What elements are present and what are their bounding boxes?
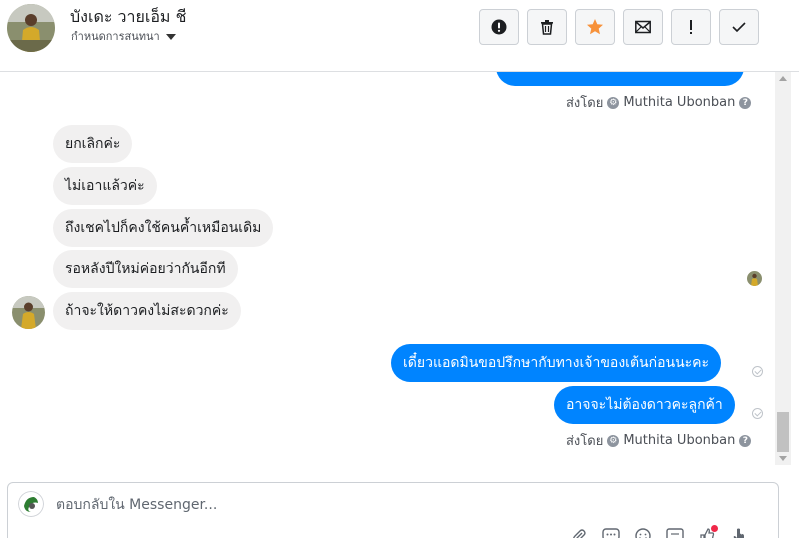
incoming-message: รอหลังปีใหม่ค่อยว่ากันอีกที — [53, 250, 238, 288]
sent-by-prefix: ส่งโดย — [566, 434, 604, 449]
checkmark-icon — [732, 22, 746, 33]
scrollbar-thumb[interactable] — [777, 412, 789, 452]
sent-by-top: ส่งโดย ⚙ Muthita Ubonban ? — [566, 92, 752, 113]
outgoing-message-partial — [496, 72, 744, 86]
delete-button[interactable] — [527, 9, 567, 45]
sticker-icon — [666, 528, 684, 538]
conversation-settings-dropdown[interactable]: กำหนดการสนทนา — [71, 27, 176, 45]
gif-button[interactable] — [666, 527, 684, 538]
conversation-settings-label: กำหนดการสนทนา — [71, 30, 160, 43]
send-button[interactable] — [730, 527, 748, 538]
gear-small-icon: ⚙ — [607, 434, 620, 447]
sender-name[interactable]: Muthita Ubonban — [623, 95, 735, 110]
done-button[interactable] — [719, 9, 759, 45]
messenger-window: บังเดะ วายเอ็ม ชี กำหนดการสนทนา ส่งโดย ⚙… — [0, 0, 799, 538]
paperclip-icon — [572, 529, 586, 538]
outgoing-message: เดี๋ยวแอดมินขอปรึกษากับทางเจ้าของเต้นก่อ… — [391, 344, 722, 382]
saved-replies-button[interactable] — [602, 527, 620, 538]
page-avatar — [18, 491, 44, 517]
scroll-up-arrow-icon[interactable] — [779, 76, 787, 81]
pointer-icon — [733, 528, 744, 538]
contact-avatar[interactable] — [7, 4, 55, 52]
scroll-down-arrow-icon[interactable] — [779, 456, 787, 461]
smiley-icon — [635, 528, 651, 538]
sender-name[interactable]: Muthita Ubonban — [623, 433, 735, 448]
sent-check-icon — [752, 408, 763, 419]
emoji-button[interactable] — [634, 527, 652, 538]
attach-button[interactable] — [570, 527, 588, 538]
help-icon[interactable]: ? — [739, 434, 752, 447]
message-thread[interactable]: ส่งโดย ⚙ Muthita Ubonban ? ยกเลิกค่ะ ไม่… — [0, 72, 775, 465]
mark-unread-button[interactable] — [623, 9, 663, 45]
sent-by-bottom: ส่งโดย ⚙ Muthita Ubonban ? — [566, 430, 752, 451]
notification-dot — [711, 525, 718, 532]
composer-tools — [570, 525, 748, 538]
contact-avatar-small[interactable] — [12, 296, 45, 329]
help-icon[interactable]: ? — [739, 96, 752, 109]
seen-avatar — [747, 271, 762, 286]
reply-composer — [7, 482, 779, 538]
spam-button[interactable] — [671, 9, 711, 45]
caret-down-icon — [165, 33, 176, 40]
star-icon — [587, 19, 603, 35]
exclamation-icon — [690, 20, 692, 34]
star-button[interactable] — [575, 9, 615, 45]
incoming-message: ยกเลิกค่ะ — [53, 125, 133, 163]
like-button[interactable] — [698, 525, 718, 538]
header-actions — [479, 9, 759, 45]
incoming-message: ไม่เอาแล้วค่ะ — [53, 167, 157, 205]
report-button[interactable] — [479, 9, 519, 45]
trash-icon — [541, 20, 553, 35]
reply-input[interactable] — [56, 495, 736, 515]
thread-scrollbar[interactable] — [775, 72, 791, 465]
sent-check-icon — [752, 366, 763, 377]
envelope-icon — [635, 20, 651, 34]
outgoing-message: อาจจะไม่ต้องดาวคะลูกค้า — [554, 386, 735, 424]
incoming-message: ถึงเชคไปก็คงใช้คนค้ำเหมือนเดิม — [53, 209, 274, 247]
sent-by-prefix: ส่งโดย — [566, 96, 604, 111]
incoming-message: ถ้าจะให้ดาวคงไม่สะดวกค่ะ — [53, 292, 241, 330]
chat-bubble-icon — [602, 528, 620, 538]
alert-circle-icon — [491, 19, 507, 35]
gear-small-icon: ⚙ — [607, 96, 620, 109]
conversation-header: บังเดะ วายเอ็ม ชี กำหนดการสนทนา — [0, 0, 799, 72]
